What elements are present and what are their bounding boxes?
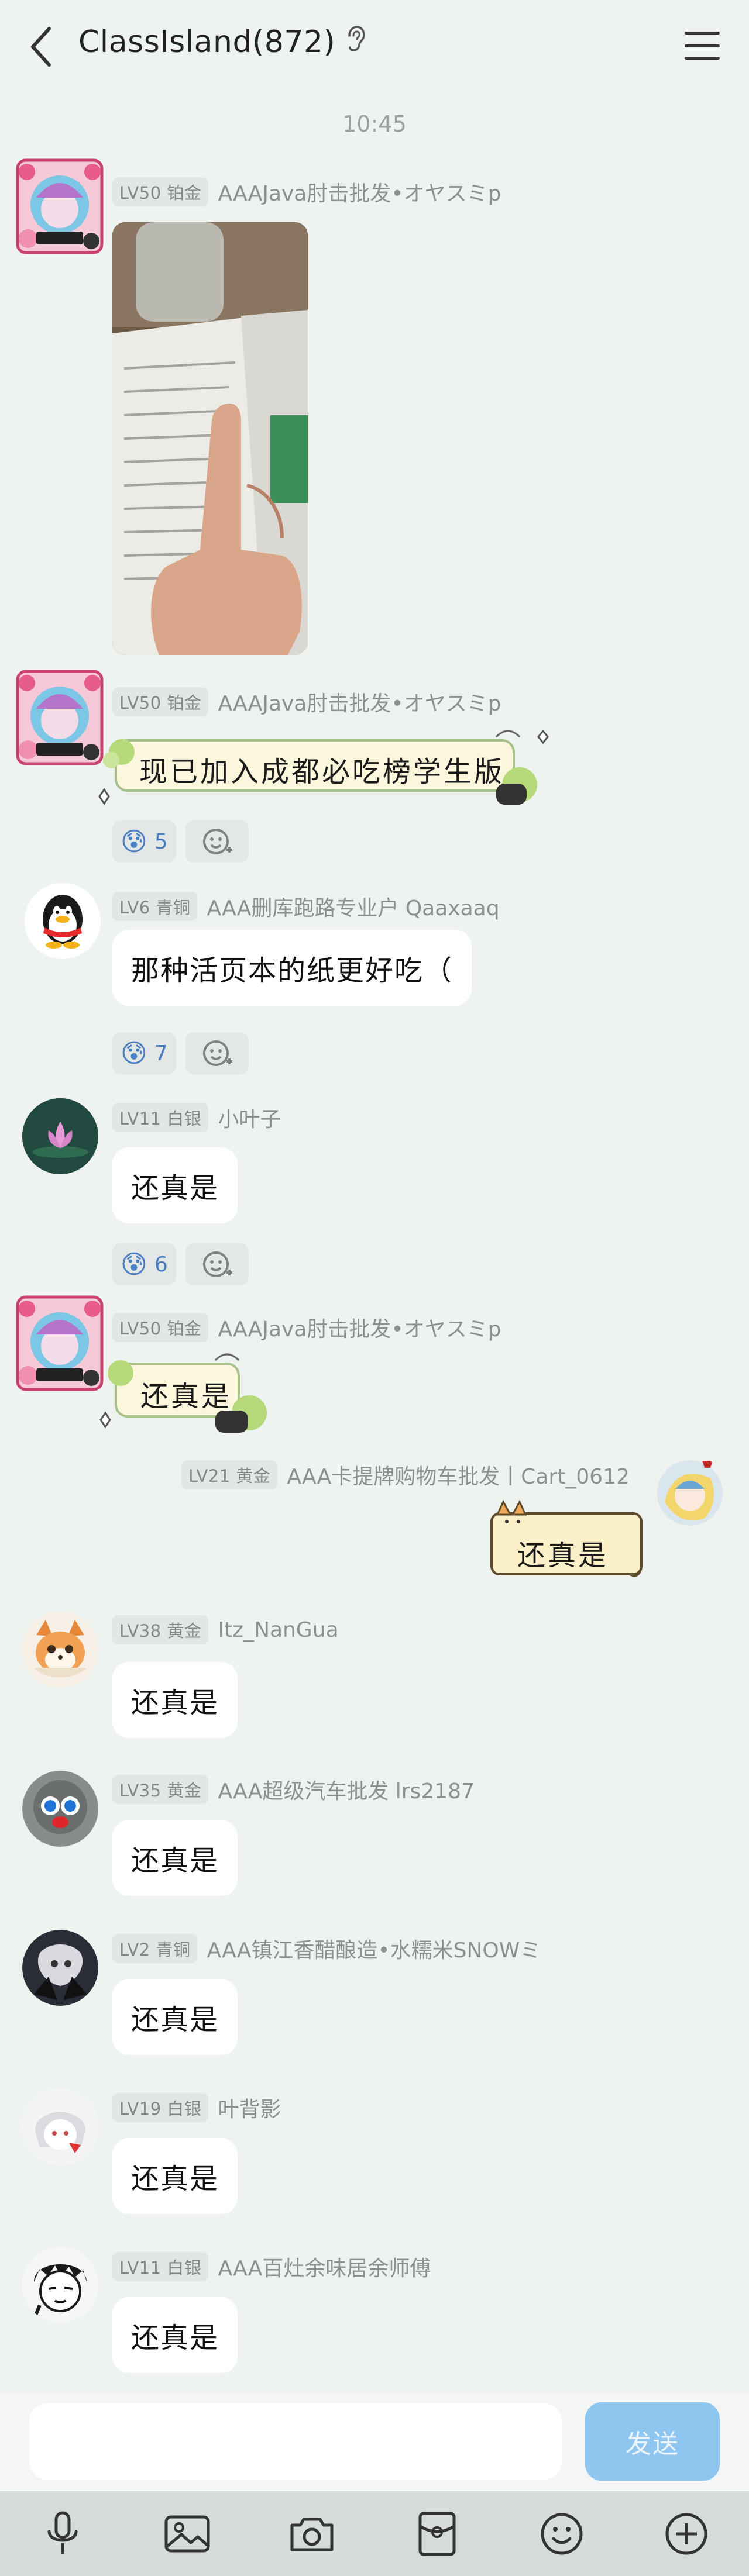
sender-meta: LV11 白银 小叶子 [112,1102,281,1133]
sender-meta: LV35 黄金 AAA超级汽车批发 lrs2187 [112,1774,475,1805]
anxious-face-icon: 😰 [121,1249,147,1280]
level-badge: LV6 青铜 [112,892,198,921]
sender-meta: LV2 青铜 AAA镇江香醋酿造•水糯米SNOWミ [112,1933,541,1964]
sender-meta: LV6 青铜 AAA删库跑路专业户 Qaaxaaq [112,891,500,922]
chat-title-group[interactable]: ClassIsland(872) [78,25,366,60]
chat-title: ClassIsland(872) [78,25,336,60]
avatar[interactable] [22,1930,98,2006]
sender-meta: LV50 铂金 AAAJava肘击批发•オヤスミp [112,1312,501,1343]
message-bubble[interactable]: 还真是 [112,1820,238,1896]
sticker-bubble-frame[interactable]: 现已加入成都必吃榜学生版 [98,725,561,819]
message-bubble[interactable]: 还真是 [112,1662,238,1738]
add-reaction-button[interactable] [185,1243,249,1285]
message-text: 还真是 [517,1539,609,1572]
message-bubble[interactable]: 那种活页本的纸更好吃（ [112,930,472,1006]
sender-name[interactable]: AAAJava肘击批发•オヤスミp [218,1312,501,1343]
level-badge: LV11 白银 [112,1103,209,1132]
avatar[interactable] [22,1098,98,1174]
add-reaction-button[interactable] [185,820,249,863]
sender-meta: LV21 黄金 AAA卡提牌购物车批发丨Cart_0612 [181,1460,630,1490]
bottom-toolbar [0,2491,749,2576]
microphone-icon[interactable] [36,2508,89,2560]
sender-meta: LV38 黄金 Itz_NanGua [112,1615,339,1644]
emoji-icon[interactable] [535,2508,588,2560]
sender-meta: LV11 白银 AAA百灶余味居余师傅 [112,2251,431,2282]
level-badge: LV50 铂金 [112,1313,209,1342]
avatar[interactable] [13,1294,106,1393]
sender-meta: LV50 铂金 AAAJava肘击批发•オヤスミp [112,177,501,207]
add-reaction-icon [202,829,232,854]
reaction-row: 😰 5 [112,820,249,863]
chat-header: ClassIsland(872) [0,0,749,94]
avatar[interactable] [13,157,106,256]
red-packet-icon[interactable] [411,2508,463,2560]
sticker-bubble-frame[interactable]: 还真是 [98,1349,280,1448]
avatar[interactable] [652,1455,728,1531]
reaction-count: 5 [154,829,168,854]
level-badge: LV19 白银 [112,2093,209,2122]
reaction-count: 6 [154,1252,168,1277]
sender-name[interactable]: AAA卡提牌购物车批发丨Cart_0612 [287,1460,630,1490]
message-bubble[interactable]: 还真是 [112,2138,238,2214]
anxious-face-icon: 😰 [121,1038,147,1068]
hamburger-menu-icon[interactable] [685,28,720,63]
anxious-face-icon: 😰 [121,826,147,857]
level-badge: LV21 黄金 [181,1460,278,1489]
sender-name[interactable]: AAA超级汽车批发 lrs2187 [218,1774,475,1805]
avatar[interactable] [25,883,101,959]
level-badge: LV2 青铜 [112,1934,198,1963]
reaction-chip[interactable]: 😰 6 [112,1243,176,1285]
sender-meta: LV19 白银 叶背影 [112,2092,281,2123]
avatar[interactable] [22,2089,98,2165]
timestamp: 10:45 [342,111,407,137]
add-reaction-button[interactable] [185,1032,249,1074]
sender-name[interactable]: Itz_NanGua [218,1618,338,1642]
reaction-chip[interactable]: 😰 5 [112,820,176,863]
sticker-bubble-frame[interactable]: 还真是 [489,1497,644,1585]
level-badge: LV35 黄金 [112,1775,209,1804]
camera-icon[interactable] [286,2508,338,2560]
message-input[interactable] [29,2403,562,2480]
message-text: 现已加入成都必吃榜学生版 [139,756,505,788]
sender-meta: LV50 铂金 AAAJava肘击批发•オヤスミp [112,687,501,717]
level-badge: LV38 黄金 [112,1615,209,1644]
add-reaction-icon [202,1251,232,1277]
sender-name[interactable]: AAA删库跑路专业户 Qaaxaaq [207,891,499,922]
send-button[interactable]: 发送 [585,2402,720,2481]
sender-name[interactable]: AAAJava肘击批发•オヤスミp [218,687,501,717]
level-badge: LV50 铂金 [112,687,209,716]
avatar[interactable] [22,2247,98,2323]
ear-icon [346,25,366,60]
reaction-row: 😰 6 [112,1243,249,1285]
avatar[interactable] [22,1771,98,1847]
composer-bar: 发送 [0,2392,749,2491]
reaction-row: 😰 7 [112,1032,249,1074]
sender-name[interactable]: AAAJava肘击批发•オヤスミp [218,177,501,207]
sender-name[interactable]: 小叶子 [218,1102,281,1133]
image-icon[interactable] [161,2508,214,2560]
back-arrow-icon[interactable] [23,23,59,70]
message-text: 还真是 [140,1380,232,1413]
sender-name[interactable]: AAA百灶余味居余师傅 [218,2251,431,2282]
sender-name[interactable]: AAA镇江香醋酿造•水糯米SNOWミ [207,1933,541,1964]
avatar[interactable] [22,1612,98,1688]
avatar[interactable] [13,668,106,767]
reaction-chip[interactable]: 😰 7 [112,1032,176,1074]
reaction-count: 7 [154,1041,168,1065]
message-bubble[interactable]: 还真是 [112,1147,238,1223]
plus-icon[interactable] [660,2508,713,2560]
message-bubble[interactable]: 还真是 [112,1979,238,2055]
add-reaction-icon [202,1040,232,1066]
level-badge: LV50 铂金 [112,177,209,206]
message-photo[interactable] [112,222,308,655]
sender-name[interactable]: 叶背影 [218,2092,281,2123]
level-badge: LV11 白银 [112,2252,209,2281]
message-bubble[interactable]: 还真是 [112,2297,238,2373]
